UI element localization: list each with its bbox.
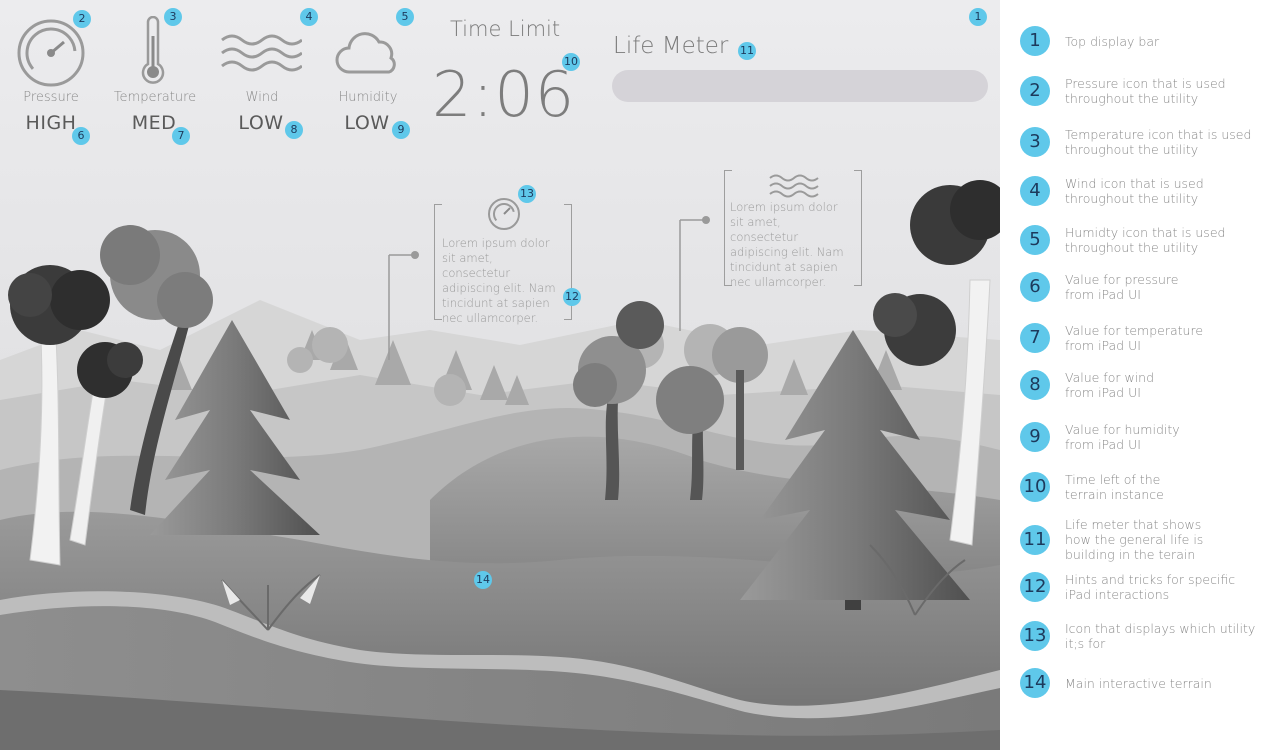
legend-number: 3 <box>1020 127 1050 157</box>
legend-item: 11 Life meter that shows how the general … <box>1020 517 1265 562</box>
legend-text: Temperature icon that is used throughout… <box>1065 127 1252 157</box>
badge-14: 14 <box>474 571 492 589</box>
life-meter-title: Life Meter <box>613 33 729 59</box>
legend-text: Wind icon that is used throughout the ut… <box>1065 176 1204 206</box>
legend-number: 8 <box>1020 370 1050 400</box>
legend-number: 5 <box>1020 225 1050 255</box>
legend-text: Time left of the terrain instance <box>1065 472 1164 502</box>
hint-text-pressure: Lorem ipsum dolor sit amet, consectetur … <box>442 236 556 325</box>
hint-connector-line <box>388 251 419 360</box>
legend-item: 9 Value for humidity from iPad UI <box>1020 422 1265 452</box>
legend-number: 7 <box>1020 323 1050 353</box>
badge-5: 5 <box>396 8 414 26</box>
legend-number: 2 <box>1020 76 1050 106</box>
badge-10: 10 <box>562 53 580 71</box>
legend-text: Life meter that shows how the general li… <box>1065 517 1204 562</box>
humidity-label: Humidity <box>338 90 398 105</box>
pressure-label: Pressure <box>23 90 79 105</box>
badge-11: 11 <box>738 42 756 60</box>
wind-label: Wind <box>245 90 279 105</box>
badge-9: 9 <box>392 121 410 139</box>
legend-item: 3 Temperature icon that is used throughou… <box>1020 127 1265 157</box>
legend-text: Humidty icon that is used throughout the… <box>1065 225 1226 255</box>
legend-number: 4 <box>1020 176 1050 206</box>
legend-item: 8 Value for wind from iPad UI <box>1020 370 1265 400</box>
legend-item: 13 Icon that displays which utility it;s … <box>1020 621 1265 651</box>
badge-8: 8 <box>285 121 303 139</box>
legend-text: Value for wind from iPad UI <box>1065 370 1155 400</box>
time-limit-title: Time Limit <box>450 17 561 41</box>
legend-number: 1 <box>1020 26 1050 56</box>
wind-waves-icon <box>221 34 302 72</box>
badge-3: 3 <box>164 8 182 26</box>
legend-item: 14 Main interactive terrain <box>1020 668 1265 698</box>
legend-number: 14 <box>1020 668 1050 698</box>
pressure-gauge-icon <box>17 19 85 87</box>
terrain-scene[interactable]: Pressure Temperature Wind Humidity HIGH … <box>0 0 1000 750</box>
legend-item: 7 Value for temperature from iPad UI <box>1020 323 1265 353</box>
badge-4: 4 <box>300 8 318 26</box>
badge-12: 12 <box>563 288 581 306</box>
cloud-icon <box>335 32 396 74</box>
badge-1: 1 <box>969 8 987 26</box>
time-limit-value: 2:06 <box>432 58 576 131</box>
legend-text: Main interactive terrain <box>1065 675 1212 691</box>
temperature-label: Temperature <box>113 90 197 105</box>
badge-2: 2 <box>73 10 91 28</box>
legend-panel: 1 Top display bar 2 Pressure icon that is … <box>1000 0 1280 750</box>
hint-bracket-left <box>434 204 442 320</box>
hint-bracket-right <box>854 170 862 286</box>
legend-text: Value for humidity from iPad UI <box>1065 422 1180 452</box>
legend-number: 9 <box>1020 422 1050 452</box>
legend-item: 6 Value for pressure from iPad UI <box>1020 272 1265 302</box>
legend-number: 13 <box>1020 621 1050 651</box>
legend-number: 12 <box>1020 572 1050 602</box>
legend-number: 11 <box>1020 524 1050 555</box>
life-meter-bar <box>612 70 988 102</box>
legend-item: 2 Pressure icon that is used throughout t… <box>1020 76 1265 106</box>
legend-text: Hints and tricks for specific iPad inter… <box>1065 572 1236 602</box>
legend-item: 10 Time left of the terrain instance <box>1020 472 1265 502</box>
legend-item: 5 Humidty icon that is used throughout th… <box>1020 225 1265 255</box>
badge-7: 7 <box>172 127 190 145</box>
temperature-value: MED <box>131 112 177 134</box>
legend-item: 12 Hints and tricks for specific iPad int… <box>1020 572 1265 602</box>
thermometer-icon <box>141 16 165 84</box>
legend-text: Value for pressure from iPad UI <box>1065 272 1179 302</box>
badge-6: 6 <box>72 127 90 145</box>
legend-text: Pressure icon that is used throughout th… <box>1065 76 1226 106</box>
legend-text: Value for temperature from iPad UI <box>1065 323 1204 353</box>
wind-waves-icon <box>769 174 819 198</box>
hint-connector-line <box>679 216 710 331</box>
legend-number: 10 <box>1020 472 1050 502</box>
legend-number: 6 <box>1020 272 1050 302</box>
legend-text: Icon that displays which utility it;s fo… <box>1065 621 1256 651</box>
badge-13: 13 <box>518 185 536 203</box>
hint-text-wind: Lorem ipsum dolor sit amet, consectetur … <box>730 200 844 289</box>
pressure-gauge-icon <box>488 198 520 230</box>
legend-text: Top display bar <box>1065 33 1160 49</box>
legend-item: 4 Wind icon that is used throughout the u… <box>1020 176 1265 206</box>
legend-item: 1 Top display bar <box>1020 26 1265 56</box>
